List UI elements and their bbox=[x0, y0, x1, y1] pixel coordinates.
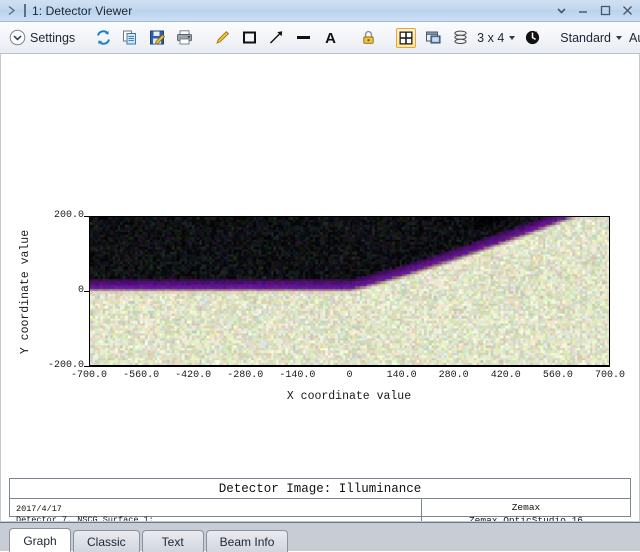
detector-image[interactable] bbox=[89, 216, 610, 366]
save-button[interactable] bbox=[144, 25, 170, 51]
y-axis-ticks: 200.0 0 -200.0 bbox=[36, 209, 84, 371]
svg-text:A: A bbox=[325, 30, 336, 46]
print-button[interactable] bbox=[171, 25, 197, 51]
settings-label: Settings bbox=[30, 30, 76, 45]
grid-icon bbox=[396, 27, 417, 48]
x-tick-label: 560.0 bbox=[542, 370, 573, 381]
settings-button[interactable]: Settings bbox=[4, 25, 78, 51]
minimize-button[interactable] bbox=[572, 2, 594, 20]
x-tick-label: -280.0 bbox=[227, 370, 264, 381]
info-panel-body: 2017/4/17 Detector 7, NSCG Surface 1: Si… bbox=[10, 499, 630, 522]
copy-icon bbox=[120, 28, 140, 48]
maximize-button[interactable] bbox=[594, 2, 616, 20]
x-tick-label: -140.0 bbox=[279, 370, 316, 381]
detector-stats-text: 2017/4/17 Detector 7, NSCG Surface 1: Si… bbox=[10, 499, 422, 521]
window-controls bbox=[550, 2, 638, 20]
refresh-icon bbox=[93, 28, 113, 48]
refresh-button[interactable] bbox=[90, 25, 116, 51]
x-axis-label: X coordinate value bbox=[286, 390, 412, 403]
x-axis-line bbox=[89, 366, 610, 367]
chevron-down-icon bbox=[509, 35, 516, 40]
pencil-tool-button[interactable] bbox=[209, 25, 235, 51]
window-dropdown-button[interactable] bbox=[550, 2, 572, 20]
x-tick-label: 420.0 bbox=[490, 370, 521, 381]
save-icon bbox=[147, 28, 167, 48]
chevron-down-icon bbox=[616, 35, 623, 40]
detector-viewer-window: 1: Detector Viewer Settings A 3 x 4 Stan… bbox=[0, 0, 640, 552]
tab-graph[interactable]: Graph bbox=[9, 528, 71, 552]
scale-dropdown-label: Automatic bbox=[629, 30, 640, 45]
line-tool-button[interactable] bbox=[290, 25, 316, 51]
layers-button[interactable] bbox=[447, 25, 473, 51]
y-axis-label: Y coordinate value bbox=[19, 229, 32, 355]
text-icon: A bbox=[320, 28, 340, 48]
print-icon bbox=[174, 28, 194, 48]
pencil-icon bbox=[212, 28, 232, 48]
style-dropdown[interactable]: Standard bbox=[557, 25, 625, 51]
product-version: Zemax OpticStudio 16 bbox=[468, 515, 584, 522]
window-title: 1: Detector Viewer bbox=[32, 3, 133, 18]
x-tick-label: -560.0 bbox=[123, 370, 160, 381]
copy-button[interactable] bbox=[117, 25, 143, 51]
x-tick-label: 0 bbox=[346, 370, 353, 381]
info-panel-title: Detector Image: Illuminance bbox=[10, 479, 630, 499]
line-icon bbox=[293, 28, 313, 48]
x-tick-label: 280.0 bbox=[438, 370, 469, 381]
tab-text[interactable]: Text bbox=[141, 530, 204, 552]
window-icon bbox=[423, 28, 443, 48]
x-tick-label: 140.0 bbox=[386, 370, 417, 381]
tab-classic[interactable]: Classic bbox=[73, 530, 140, 552]
arrow-tool-button[interactable] bbox=[263, 25, 289, 51]
title-bar: 1: Detector Viewer bbox=[0, 0, 640, 22]
x-tick-label: 700.0 bbox=[594, 370, 626, 381]
grid-layout-button[interactable] bbox=[393, 25, 419, 51]
info-panel-right: Zemax Zemax OpticStudio 16 LENS.ZMX Conf… bbox=[422, 499, 630, 522]
tab-bar: Graph Classic Text Beam Info bbox=[0, 522, 640, 552]
rectangle-tool-button[interactable] bbox=[236, 25, 262, 51]
toolbar: Settings A 3 x 4 Standard A bbox=[0, 22, 640, 54]
layers-icon bbox=[450, 28, 470, 48]
chevron-down-circle-icon bbox=[7, 28, 27, 48]
close-button[interactable] bbox=[616, 2, 638, 20]
title-icon-divider bbox=[24, 4, 26, 17]
rectangle-icon bbox=[239, 28, 259, 48]
detector-window-icon bbox=[6, 3, 21, 18]
x-tick-label: -700.0 bbox=[70, 370, 108, 381]
tab-beam-info[interactable]: Beam Info bbox=[205, 530, 289, 552]
x-tick-label: -420.0 bbox=[175, 370, 212, 381]
lock-icon bbox=[358, 28, 378, 48]
product-info: Zemax Zemax OpticStudio 16 bbox=[422, 499, 630, 522]
viewer-content: Y coordinate value 200.0 0 -200.0 -700.0… bbox=[0, 54, 640, 522]
grid-size-label: 3 x 4 bbox=[477, 30, 505, 45]
detector-graph: Y coordinate value 200.0 0 -200.0 -700.0… bbox=[1, 54, 639, 424]
detector-image-canvas[interactable] bbox=[90, 217, 609, 365]
clock-icon bbox=[522, 28, 542, 48]
style-dropdown-label: Standard bbox=[560, 30, 612, 45]
grid-size-dropdown[interactable]: 3 x 4 bbox=[474, 25, 518, 51]
reset-button[interactable] bbox=[519, 25, 545, 51]
scale-dropdown[interactable]: Automatic bbox=[626, 25, 640, 51]
text-tool-button[interactable]: A bbox=[317, 25, 343, 51]
arrow-icon bbox=[266, 28, 286, 48]
y-tick-label: 200.0 bbox=[53, 210, 84, 221]
x-axis-ticks: -700.0 -560.0 -420.0 -280.0 -140.0 0 140… bbox=[71, 370, 625, 386]
product-name: Zemax bbox=[511, 502, 541, 514]
lock-button[interactable] bbox=[355, 25, 381, 51]
window-layout-button[interactable] bbox=[420, 25, 446, 51]
info-panel: Detector Image: Illuminance 2017/4/17 De… bbox=[9, 478, 631, 521]
